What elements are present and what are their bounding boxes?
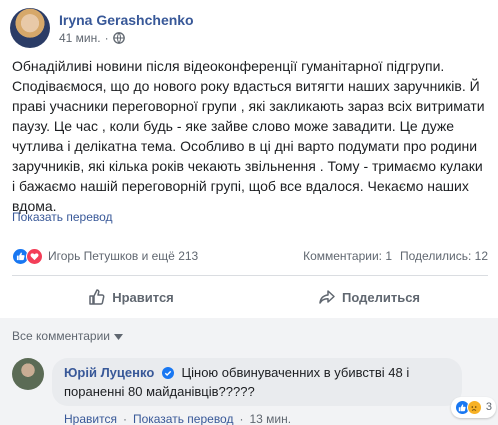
counts: Комментарии: 1 Поделились: 12 (303, 249, 488, 263)
comment-translate-link[interactable]: Показать перевод (133, 412, 234, 425)
comment-like-link[interactable]: Нравится (64, 412, 117, 425)
share-arrow-icon (318, 288, 336, 306)
post-text-line: Сподіваємося, що до нового року вдасться… (12, 78, 480, 94)
like-button-label: Нравится (112, 289, 174, 305)
comment-reactions[interactable]: 3 (450, 397, 496, 418)
comment-body: Юрій Луценко Ціною обвинуваченних в убив… (52, 358, 496, 425)
share-button-label: Поделиться (341, 289, 421, 305)
comment-separator: · (239, 412, 244, 425)
comments-filter[interactable]: Все комментарии (12, 329, 123, 343)
author-avatar[interactable] (10, 8, 50, 48)
verified-icon (161, 366, 174, 383)
commenter-avatar[interactable] (12, 358, 44, 390)
comments-section: Все комментарии Юрій Луценко Ціною обвин… (0, 318, 498, 425)
sad-reaction-icon (466, 400, 482, 415)
globe-icon (112, 32, 125, 44)
divider (12, 275, 488, 276)
dropdown-caret-icon (114, 329, 123, 343)
post-text: Обнадійливі новини після відеоконференці… (12, 56, 488, 216)
post-text-line: паузу. Це час , коли будь - яке зайве сл… (12, 118, 455, 134)
post-text-line: заручників, які кілька років чекають зві… (12, 158, 483, 174)
author-name[interactable]: Iryna Gerashchenko (59, 12, 194, 28)
post-text-line: і бажаємо нашій переговорній групі, щоб … (12, 178, 469, 194)
post-meta: 41 мин. · (59, 31, 194, 45)
comment-actions: Нравится · Показать перевод · 13 мин. (64, 412, 488, 425)
post-text-line: Обнадійливі новини після відеоконференці… (12, 58, 445, 74)
love-reaction-icon (26, 247, 43, 265)
thumbs-up-icon (88, 288, 106, 306)
action-row: Нравится Поделиться (12, 281, 488, 313)
comment-time[interactable]: 13 мин. (249, 412, 291, 425)
comment-bubble: Юрій Луценко Ціною обвинуваченних в убив… (52, 358, 496, 418)
post-text-line: чутлива і делікатна тема. Особливо в ці … (12, 138, 478, 154)
post-translate-link[interactable]: Показать перевод (12, 210, 113, 224)
reactions-summary[interactable]: Игорь Петушков и ещё 213 (12, 247, 199, 265)
post-header: Iryna Gerashchenko 41 мин. · (10, 8, 194, 52)
share-button[interactable]: Поделиться (250, 281, 488, 313)
comment-reaction-count: 3 (485, 401, 492, 413)
like-button[interactable]: Нравится (12, 281, 250, 313)
reactions-row: Игорь Петушков и ещё 213 Комментарии: 1 … (12, 246, 488, 266)
post-time[interactable]: 41 мин. (59, 31, 101, 45)
comment-item: Юрій Луценко Ціною обвинуваченних в убив… (12, 358, 496, 425)
shares-count[interactable]: Поделились: 12 (400, 249, 488, 263)
comment-author[interactable]: Юрій Луценко (64, 365, 154, 380)
reactions-text: Игорь Петушков и ещё 213 (48, 249, 199, 263)
comments-count[interactable]: Комментарии: 1 (303, 249, 392, 263)
meta-separator: · (104, 31, 109, 45)
comment-separator: · (122, 412, 127, 425)
comments-filter-label: Все комментарии (12, 329, 110, 343)
author-block: Iryna Gerashchenko 41 мин. · (59, 8, 194, 52)
post-text-line: праві учасники переговорної групи , які … (12, 98, 485, 114)
